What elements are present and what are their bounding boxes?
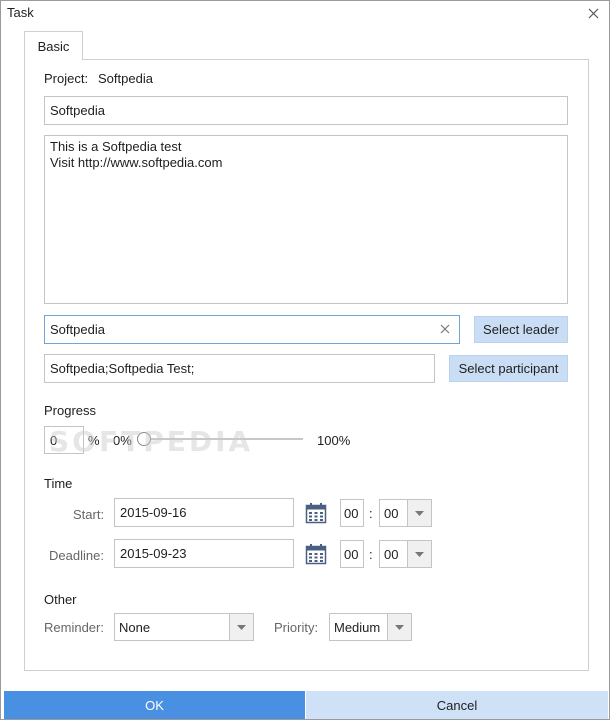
- start-date-input[interactable]: 2015-09-16: [114, 498, 294, 527]
- reminder-select[interactable]: None: [114, 613, 254, 641]
- chevron-down-icon: [229, 614, 253, 640]
- progress-unit: %: [88, 433, 100, 448]
- progress-slider-track[interactable]: [137, 438, 303, 440]
- progress-max-label: 100%: [317, 433, 351, 448]
- description-line: This is a Softpedia test: [50, 139, 182, 154]
- progress-min-label: 0%: [113, 433, 132, 448]
- project-label: Project:: [44, 71, 89, 86]
- start-calendar-button[interactable]: [305, 502, 327, 524]
- other-heading: Other: [44, 592, 77, 607]
- deadline-minute-select[interactable]: 00: [379, 540, 432, 568]
- chevron-down-icon: [387, 614, 411, 640]
- chevron-down-icon: [407, 500, 431, 526]
- calendar-icon: [305, 503, 327, 524]
- description-line: Visit http://www.softpedia.com: [50, 155, 223, 170]
- clear-leader-button[interactable]: [439, 323, 451, 335]
- priority-label: Priority:: [274, 620, 319, 635]
- start-label: Start:: [73, 507, 105, 522]
- clear-icon: [440, 324, 450, 334]
- reminder-label: Reminder:: [44, 620, 104, 635]
- description-textarea[interactable]: This is a Softpedia test Visit http://ww…: [44, 135, 568, 304]
- ok-button[interactable]: OK: [4, 691, 305, 719]
- select-leader-button[interactable]: Select leader: [474, 316, 568, 343]
- close-icon: [588, 8, 598, 18]
- deadline-minute-value: 00: [384, 546, 399, 562]
- deadline-hour-input[interactable]: 00: [340, 540, 364, 568]
- task-name-input[interactable]: Softpedia: [44, 96, 568, 125]
- select-participant-button[interactable]: Select participant: [449, 355, 568, 382]
- chevron-down-icon: [407, 541, 431, 567]
- start-time-separator: :: [369, 506, 373, 521]
- window-title: Task: [7, 5, 34, 20]
- task-dialog: Task Basic Project: Softpedia Softpedia …: [0, 0, 610, 720]
- reminder-value: None: [119, 619, 151, 635]
- close-button[interactable]: [583, 3, 603, 23]
- calendar-icon: [305, 544, 327, 565]
- start-minute-value: 00: [384, 505, 399, 521]
- progress-input[interactable]: 0: [44, 426, 84, 454]
- leader-value: Softpedia: [50, 322, 105, 337]
- deadline-date-input[interactable]: 2015-09-23: [114, 539, 294, 568]
- project-value: Softpedia: [98, 71, 153, 86]
- leader-input[interactable]: Softpedia: [44, 315, 460, 344]
- priority-select[interactable]: Medium: [329, 613, 412, 641]
- cancel-button[interactable]: Cancel: [306, 691, 608, 719]
- title-bar: Task: [1, 1, 609, 25]
- progress-heading: Progress: [44, 403, 97, 418]
- participant-input[interactable]: Softpedia;Softpedia Test;: [44, 354, 435, 383]
- start-minute-select[interactable]: 00: [379, 499, 432, 527]
- deadline-calendar-button[interactable]: [305, 543, 327, 565]
- time-heading: Time: [44, 476, 73, 491]
- tab-basic[interactable]: Basic: [24, 31, 83, 60]
- deadline-label: Deadline:: [49, 548, 104, 563]
- progress-slider-thumb[interactable]: [137, 432, 151, 446]
- start-hour-input[interactable]: 00: [340, 499, 364, 527]
- deadline-time-separator: :: [369, 547, 373, 562]
- priority-value: Medium: [334, 619, 381, 635]
